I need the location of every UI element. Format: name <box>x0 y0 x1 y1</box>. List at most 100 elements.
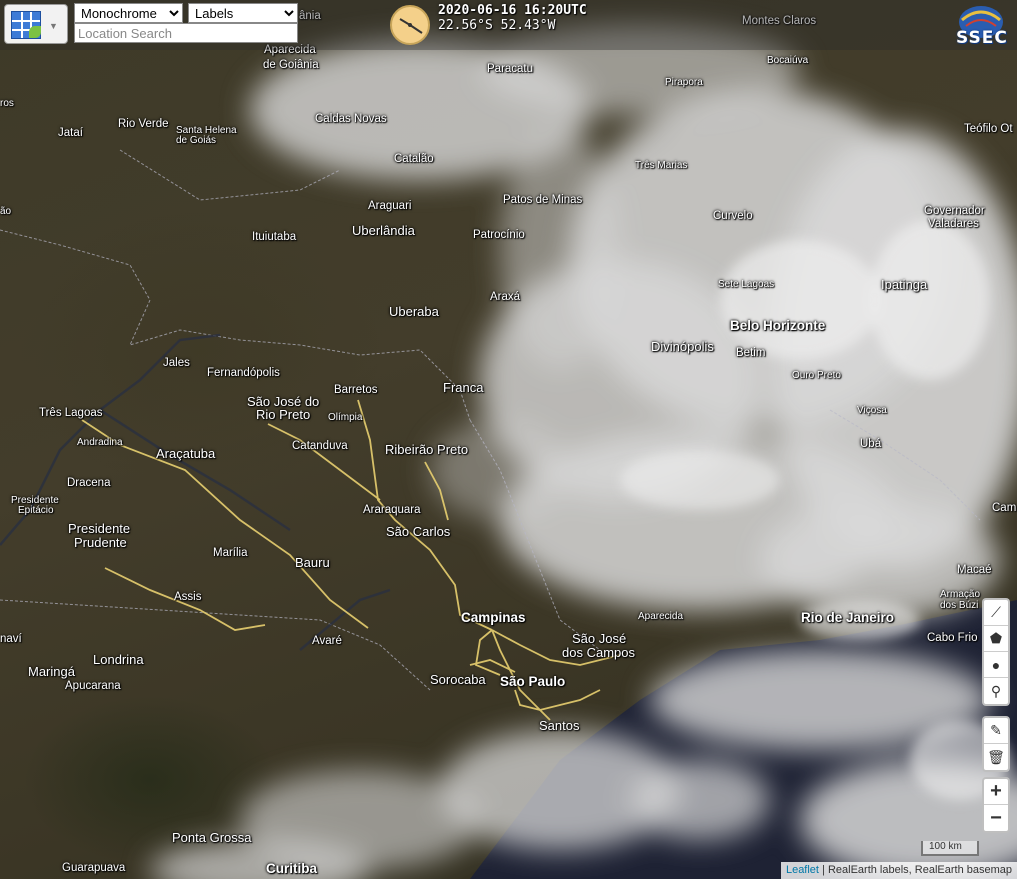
polygon-icon: ⬟ <box>989 630 1003 646</box>
city-label: Londrina <box>93 652 144 667</box>
layers-grid-icon <box>11 11 41 39</box>
city-label: dos Búzi <box>940 600 979 611</box>
city-label: Cam <box>992 502 1017 514</box>
city-label: Dracena <box>67 477 111 489</box>
city-label: Sorocaba <box>430 672 486 687</box>
city-label: Fernandópolis <box>207 367 280 379</box>
draw-toolbar: ⟋ ⬟ ● ⚲ <box>982 598 1010 706</box>
city-label: ão <box>0 206 12 217</box>
city-label: Araraquara <box>363 504 421 516</box>
city-label: Patrocínio <box>473 229 525 241</box>
zoom-out-button[interactable]: − <box>984 805 1008 831</box>
leaflet-link[interactable]: Leaflet <box>786 864 819 876</box>
city-label: Uberaba <box>389 304 439 319</box>
city-label: Araguari <box>368 200 412 212</box>
city-label: Assis <box>174 591 202 603</box>
city-label: Ouro Preto <box>792 370 841 381</box>
product-select[interactable]: Monochrome <box>74 3 183 23</box>
zoom-control: + − <box>982 777 1010 833</box>
location-search-input[interactable] <box>74 23 298 43</box>
city-label: Epitácio <box>18 505 54 516</box>
city-label: Prudente <box>74 535 127 550</box>
city-label: Ribeirão Preto <box>385 442 469 457</box>
city-label: Viçosa <box>857 405 887 416</box>
city-label: Paracatu <box>487 63 534 75</box>
city-label: Caldas Novas <box>315 113 387 125</box>
city-label: São José <box>572 631 627 646</box>
city-label: Araxá <box>490 291 521 303</box>
city-label: Araçatuba <box>156 446 216 461</box>
city-label: de Goiás <box>176 135 217 146</box>
city-label: Belo Horizonte <box>730 318 826 333</box>
city-label: Bauru <box>295 555 330 570</box>
city-label: Sete Lagoas <box>718 279 775 290</box>
city-label: Teófilo Ot <box>964 123 1013 135</box>
city-label: Pirapora <box>665 77 703 88</box>
draw-polygon-button[interactable]: ⬟ <box>984 626 1008 652</box>
city-label: Ubá <box>860 438 882 450</box>
city-label: Três Marias <box>635 160 688 171</box>
edit-icon: ✎ <box>990 722 1002 738</box>
polyline-icon: ⟋ <box>991 604 1001 620</box>
city-label: Valadares <box>928 218 979 230</box>
city-label: Cabo Frio <box>927 632 978 644</box>
city-label: Curvelo <box>713 210 753 222</box>
city-label: Governador <box>924 205 985 217</box>
city-label: Curitiba <box>266 861 318 876</box>
city-label: de Goiânia <box>263 59 319 71</box>
city-label: Ituiutaba <box>252 231 297 243</box>
city-label: Rio Preto <box>256 407 311 422</box>
edit-toolbar: ✎ 🗑 <box>982 716 1010 772</box>
city-label: Olímpia <box>328 412 363 423</box>
scale-bar: 100 km <box>921 841 979 856</box>
city-label: Jales <box>163 357 190 369</box>
city-label: Andradina <box>77 437 123 448</box>
ssec-logo[interactable]: SSEC <box>950 4 1012 48</box>
city-label: Três Lagoas <box>39 407 103 419</box>
circle-icon: ● <box>991 656 1001 673</box>
city-label: São Carlos <box>386 524 451 539</box>
map-attribution: Leaflet | RealEarth labels, RealEarth ba… <box>780 862 1017 879</box>
layer-menu-button[interactable]: ▼ <box>4 4 68 44</box>
edit-layers-button[interactable]: ✎ <box>984 718 1008 744</box>
coordinates-text: 22.56°S 52.43°W <box>438 18 556 33</box>
city-label: Armação <box>940 589 981 600</box>
city-label: Aparecida <box>638 611 684 622</box>
attribution-text: | RealEarth labels, RealEarth basemap <box>818 864 1012 876</box>
city-label: Ipatinga <box>881 277 928 292</box>
datetime-text: 2020-06-16 16:20UTC <box>438 3 587 18</box>
delete-layers-button[interactable]: 🗑 <box>984 744 1008 770</box>
city-label: dos Campos <box>562 645 635 660</box>
city-label: Avaré <box>312 635 342 647</box>
city-label: Ponta Grossa <box>172 830 252 845</box>
city-label: ros <box>0 98 14 109</box>
city-label: Guarapuava <box>62 862 126 874</box>
city-label: Macaé <box>957 564 992 576</box>
chevron-down-icon: ▼ <box>49 21 58 31</box>
city-label: Rio Verde <box>118 118 169 130</box>
city-label: Uberlândia <box>352 223 415 238</box>
city-label: Franca <box>443 380 484 395</box>
city-label: Presidente <box>68 521 131 536</box>
city-label: Barretos <box>334 384 378 396</box>
logo-text: SSEC <box>956 28 1008 48</box>
city-label: Catanduva <box>292 440 348 452</box>
city-label: Marília <box>213 547 248 559</box>
satellite-map[interactable]: Aparecida de Goiânia Paracatu Pirapora Bocai… <box>0 0 1017 879</box>
city-label: Betim <box>736 347 766 359</box>
city-label: Santos <box>539 718 580 733</box>
draw-polyline-button[interactable]: ⟋ <box>984 600 1008 626</box>
marker-icon: ⚲ <box>990 682 1002 699</box>
labels-select[interactable]: Labels <box>188 3 298 23</box>
city-label: Jataí <box>58 127 83 139</box>
draw-marker-button[interactable]: ⚲ <box>984 678 1008 704</box>
datetime-readout: 2020-06-16 16:20UTC 22.56°S 52.43°W <box>438 3 587 33</box>
city-label: Patos de Minas <box>503 194 583 206</box>
trash-icon: 🗑 <box>987 748 1005 765</box>
clock-icon <box>390 5 430 45</box>
city-label: Maringá <box>28 664 75 679</box>
city-label: Rio de Janeiro <box>801 610 895 625</box>
city-label: Catalão <box>394 153 434 165</box>
zoom-in-button[interactable]: + <box>984 779 1008 805</box>
draw-circle-button[interactable]: ● <box>984 652 1008 678</box>
